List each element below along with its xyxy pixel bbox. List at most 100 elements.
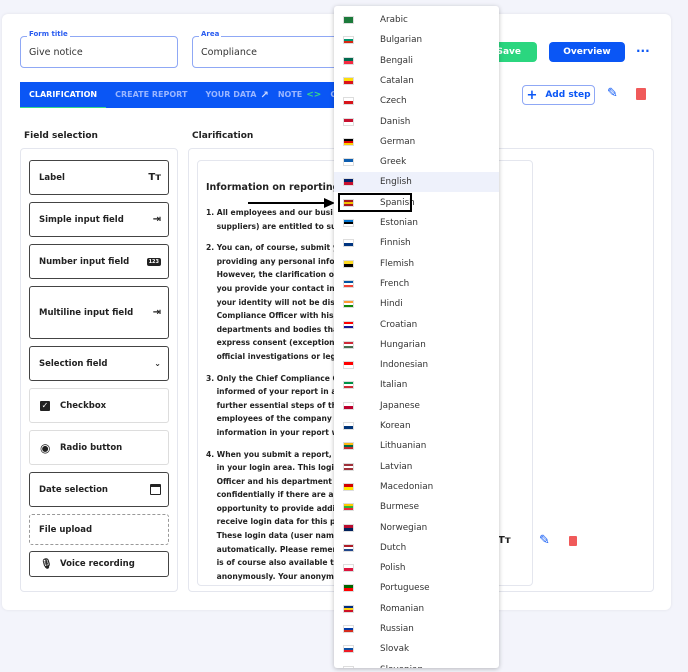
flag-icon [343,523,354,532]
language-option-german[interactable]: German [334,132,499,152]
language-option-lithuanian[interactable]: Lithuanian [334,436,499,456]
text-line: 3. Only the Chief Compliance C [206,373,336,383]
language-label: Estonian [380,218,418,228]
language-label: Lithuanian [380,441,427,452]
field-simple-input[interactable]: Simple input field ⇥ [29,202,169,237]
language-option-italian[interactable]: Italian [334,375,499,395]
language-option-hungarian[interactable]: Hungarian [334,335,499,355]
field-checkbox[interactable]: ✓ Checkbox [29,388,169,423]
input-icon: ⇥ [152,307,161,318]
field-file-upload[interactable]: File upload [29,514,169,545]
language-label: Croatian [380,319,418,330]
clarification-title: Information on reporting v [206,182,336,193]
calendar-icon [150,484,161,495]
language-option-english[interactable]: English [334,172,499,193]
language-option-russian[interactable]: Russian [334,619,499,639]
language-option-greek[interactable]: Greek [334,152,499,172]
language-option-slovak[interactable]: Slovak [334,639,499,659]
flag-icon [343,422,354,430]
tab-create-report[interactable]: CREATE REPORT [106,82,196,108]
language-option-slovenian[interactable]: Slovenian [334,660,499,668]
clarification-paragraph: 4. When you submit a report, v in your l… [206,448,336,584]
language-option-spanish[interactable]: Spanish [334,192,499,213]
item-label: Radio button [60,442,123,453]
text-size-icon: Tт [148,172,161,183]
item-label: Date selection [39,484,108,495]
more-horizontal-icon[interactable]: ··· [636,44,650,58]
language-option-latvian[interactable]: Latvian [334,457,499,477]
language-label: Polish [380,563,406,574]
language-option-catalan[interactable]: Catalan [334,71,499,91]
language-option-japanese[interactable]: Japanese [334,396,499,416]
form-title-value: Give notice [29,47,83,58]
text-line: receive login data for this pu [206,517,336,527]
field-label[interactable]: Label Tт [29,160,169,195]
pencil-icon[interactable]: ✎ [539,533,550,548]
add-step-label: Add step [545,90,591,100]
text-line: suppliers) are entitled to sul [206,221,336,231]
field-voice-recording[interactable]: 🎙 Voice recording [29,551,169,577]
flag-icon [343,320,354,329]
field-multiline-input[interactable]: Multiline input field ⇥ [29,286,169,339]
tab-clarification[interactable]: CLARIFICATION [20,83,107,108]
item-label: Number input field [39,256,130,267]
language-label: Korean [380,421,411,431]
language-option-estonian[interactable]: Estonian [334,213,499,233]
language-label: Japanese [380,400,420,411]
language-option-hindi[interactable]: Hindi [334,294,499,314]
tab-note[interactable]: NOTE [269,82,306,108]
language-option-arabic[interactable]: Arabic [334,10,499,30]
clarification-text: 1. All employees and our busi suppliers)… [206,206,336,591]
item-label: File upload [39,524,93,535]
flag-icon [343,665,354,668]
language-option-bulgarian[interactable]: Bulgarian [334,30,499,50]
text-line: is of course also available to [206,558,336,568]
language-option-bengali[interactable]: Bengali [334,51,499,71]
external-link-icon[interactable]: ↗ [260,90,268,101]
flag-icon [343,381,354,390]
language-option-croatian[interactable]: Croatian [334,315,499,335]
language-option-macedonian[interactable]: Macedonian [334,477,499,497]
language-option-polish[interactable]: Polish [334,558,499,578]
language-label: Latvian [380,461,413,472]
language-option-finnish[interactable]: Finnish [334,233,499,253]
tab-your-data[interactable]: YOUR DATA [196,82,260,108]
language-option-czech[interactable]: Czech [334,91,499,111]
item-label: Multiline input field [39,307,134,318]
text-line: However, the clarification of [206,270,336,280]
overview-button[interactable]: Overview [549,42,625,62]
add-step-button[interactable]: + Add step [522,85,595,105]
language-option-portuguese[interactable]: Portuguese [334,578,499,598]
form-title-field[interactable]: Form title Give notice [20,30,178,68]
language-option-flemish[interactable]: Flemish [334,254,499,274]
language-option-korean[interactable]: Korean [334,416,499,436]
clarification-paragraph: 3. Only the Chief Compliance C informed … [206,372,336,440]
language-option-norwegian[interactable]: Norwegian [334,518,499,538]
trash-icon[interactable] [636,88,646,100]
language-option-indonesian[interactable]: Indonesian [334,355,499,375]
language-option-romanian[interactable]: Romanian [334,599,499,619]
language-label: Hindi [380,299,403,310]
language-option-french[interactable]: French [334,274,499,294]
area-field[interactable]: Area Compliance [192,30,352,68]
language-label: Catalan [380,75,414,86]
flag-icon [343,36,354,45]
flag-icon [343,482,354,491]
language-label: Danish [380,116,411,127]
trash-icon[interactable] [569,536,577,546]
field-date[interactable]: Date selection [29,472,169,507]
microphone-icon: 🎙 [40,558,53,570]
field-selection[interactable]: Selection field ⌄ [29,346,169,381]
form-title-label: Form title [27,30,70,38]
language-option-danish[interactable]: Danish [334,112,499,132]
language-option-burmese[interactable]: Burmese [334,497,499,517]
code-icon[interactable]: <> [306,90,321,100]
language-label: Dutch [380,542,407,553]
language-label: Indonesian [380,360,429,371]
language-label: Finnish [380,238,411,249]
language-option-dutch[interactable]: Dutch [334,538,499,558]
field-radio[interactable]: ◉ Radio button [29,430,169,465]
field-number-input[interactable]: Number input field 123 [29,244,169,279]
pencil-icon[interactable]: ✎ [607,86,618,101]
text-line: you provide your contact inf [206,283,336,293]
